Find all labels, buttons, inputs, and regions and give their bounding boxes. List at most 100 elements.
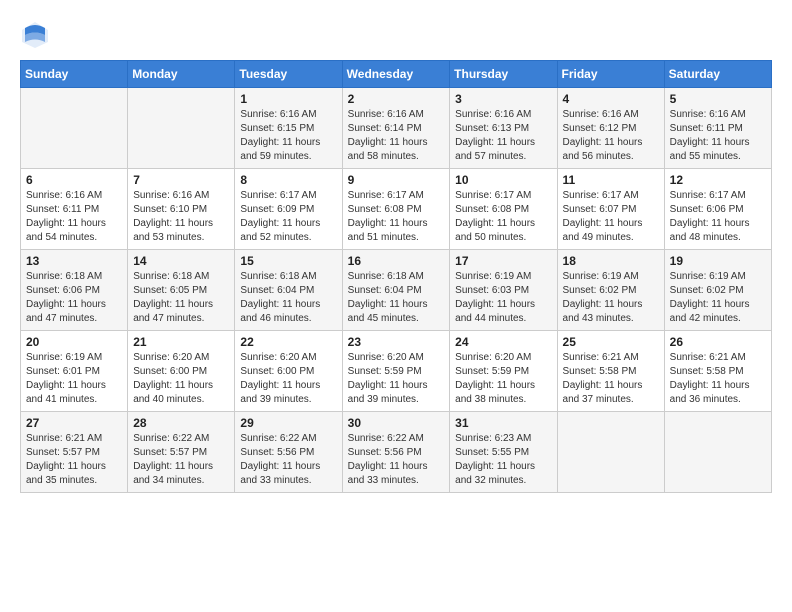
day-number: 10: [455, 173, 551, 187]
calendar-header-row: SundayMondayTuesdayWednesdayThursdayFrid…: [21, 61, 772, 88]
cell-info: Sunrise: 6:21 AM Sunset: 5:57 PM Dayligh…: [26, 432, 122, 488]
cell-info: Sunrise: 6:22 AM Sunset: 5:56 PM Dayligh…: [348, 432, 445, 488]
logo: [20, 20, 52, 50]
day-number: 24: [455, 335, 551, 349]
calendar-cell: 17 Sunrise: 6:19 AM Sunset: 6:03 PM Dayli…: [450, 250, 557, 331]
day-number: 14: [133, 254, 229, 268]
cell-info: Sunrise: 6:18 AM Sunset: 6:04 PM Dayligh…: [240, 270, 336, 326]
cell-info: Sunrise: 6:17 AM Sunset: 6:09 PM Dayligh…: [240, 189, 336, 245]
cell-info: Sunrise: 6:16 AM Sunset: 6:12 PM Dayligh…: [563, 108, 659, 164]
cell-info: Sunrise: 6:22 AM Sunset: 5:57 PM Dayligh…: [133, 432, 229, 488]
calendar-cell: 12 Sunrise: 6:17 AM Sunset: 6:06 PM Dayli…: [664, 169, 771, 250]
calendar-cell: 8 Sunrise: 6:17 AM Sunset: 6:09 PM Daylig…: [235, 169, 342, 250]
calendar-cell: 9 Sunrise: 6:17 AM Sunset: 6:08 PM Daylig…: [342, 169, 450, 250]
calendar-cell: 30 Sunrise: 6:22 AM Sunset: 5:56 PM Dayli…: [342, 412, 450, 493]
day-number: 6: [26, 173, 122, 187]
day-header-sunday: Sunday: [21, 61, 128, 88]
cell-info: Sunrise: 6:19 AM Sunset: 6:02 PM Dayligh…: [670, 270, 766, 326]
calendar-cell: 27 Sunrise: 6:21 AM Sunset: 5:57 PM Dayli…: [21, 412, 128, 493]
calendar-cell: 23 Sunrise: 6:20 AM Sunset: 5:59 PM Dayli…: [342, 331, 450, 412]
day-number: 28: [133, 416, 229, 430]
calendar-cell: 1Sunrise: 6:16 AM Sunset: 6:15 PM Daylig…: [235, 88, 342, 169]
cell-info: Sunrise: 6:17 AM Sunset: 6:06 PM Dayligh…: [670, 189, 766, 245]
logo-icon: [20, 20, 50, 50]
cell-info: Sunrise: 6:23 AM Sunset: 5:55 PM Dayligh…: [455, 432, 551, 488]
day-header-saturday: Saturday: [664, 61, 771, 88]
cell-info: Sunrise: 6:20 AM Sunset: 5:59 PM Dayligh…: [348, 351, 445, 407]
calendar-cell: [21, 88, 128, 169]
cell-info: Sunrise: 6:16 AM Sunset: 6:14 PM Dayligh…: [348, 108, 445, 164]
calendar-cell: 20 Sunrise: 6:19 AM Sunset: 6:01 PM Dayli…: [21, 331, 128, 412]
calendar-cell: 28 Sunrise: 6:22 AM Sunset: 5:57 PM Dayli…: [128, 412, 235, 493]
calendar-cell: 18 Sunrise: 6:19 AM Sunset: 6:02 PM Dayli…: [557, 250, 664, 331]
day-number: 27: [26, 416, 122, 430]
calendar-cell: [664, 412, 771, 493]
calendar-table: SundayMondayTuesdayWednesdayThursdayFrid…: [20, 60, 772, 493]
calendar-week-row: 1Sunrise: 6:16 AM Sunset: 6:15 PM Daylig…: [21, 88, 772, 169]
day-header-tuesday: Tuesday: [235, 61, 342, 88]
day-number: 5: [670, 92, 766, 106]
calendar-cell: 22Sunrise: 6:20 AM Sunset: 6:00 PM Dayli…: [235, 331, 342, 412]
page-header: [20, 20, 772, 50]
cell-info: Sunrise: 6:18 AM Sunset: 6:04 PM Dayligh…: [348, 270, 445, 326]
day-number: 25: [563, 335, 659, 349]
calendar-cell: [557, 412, 664, 493]
day-number: 12: [670, 173, 766, 187]
calendar-cell: 24 Sunrise: 6:20 AM Sunset: 5:59 PM Dayli…: [450, 331, 557, 412]
day-number: 4: [563, 92, 659, 106]
day-number: 20: [26, 335, 122, 349]
day-number: 17: [455, 254, 551, 268]
cell-info: Sunrise: 6:16 AM Sunset: 6:11 PM Dayligh…: [670, 108, 766, 164]
day-number: 9: [348, 173, 445, 187]
cell-info: Sunrise: 6:18 AM Sunset: 6:06 PM Dayligh…: [26, 270, 122, 326]
calendar-cell: 7Sunrise: 6:16 AM Sunset: 6:10 PM Daylig…: [128, 169, 235, 250]
day-number: 21: [133, 335, 229, 349]
cell-info: Sunrise: 6:19 AM Sunset: 6:03 PM Dayligh…: [455, 270, 551, 326]
cell-info: Sunrise: 6:22 AM Sunset: 5:56 PM Dayligh…: [240, 432, 336, 488]
calendar-cell: 15 Sunrise: 6:18 AM Sunset: 6:04 PM Dayli…: [235, 250, 342, 331]
day-number: 3: [455, 92, 551, 106]
day-number: 16: [348, 254, 445, 268]
calendar-cell: 6 Sunrise: 6:16 AM Sunset: 6:11 PM Daylig…: [21, 169, 128, 250]
cell-info: Sunrise: 6:17 AM Sunset: 6:08 PM Dayligh…: [348, 189, 445, 245]
day-header-wednesday: Wednesday: [342, 61, 450, 88]
calendar-cell: 26 Sunrise: 6:21 AM Sunset: 5:58 PM Dayli…: [664, 331, 771, 412]
calendar-cell: 14 Sunrise: 6:18 AM Sunset: 6:05 PM Dayli…: [128, 250, 235, 331]
cell-info: Sunrise: 6:18 AM Sunset: 6:05 PM Dayligh…: [133, 270, 229, 326]
day-header-thursday: Thursday: [450, 61, 557, 88]
day-header-monday: Monday: [128, 61, 235, 88]
day-header-friday: Friday: [557, 61, 664, 88]
calendar-week-row: 13 Sunrise: 6:18 AM Sunset: 6:06 PM Dayli…: [21, 250, 772, 331]
day-number: 23: [348, 335, 445, 349]
cell-info: Sunrise: 6:20 AM Sunset: 6:00 PM Dayligh…: [240, 351, 336, 407]
cell-info: Sunrise: 6:16 AM Sunset: 6:15 PM Dayligh…: [240, 108, 336, 164]
cell-info: Sunrise: 6:16 AM Sunset: 6:13 PM Dayligh…: [455, 108, 551, 164]
day-number: 26: [670, 335, 766, 349]
cell-info: Sunrise: 6:20 AM Sunset: 5:59 PM Dayligh…: [455, 351, 551, 407]
cell-info: Sunrise: 6:21 AM Sunset: 5:58 PM Dayligh…: [670, 351, 766, 407]
day-number: 2: [348, 92, 445, 106]
day-number: 31: [455, 416, 551, 430]
calendar-week-row: 20 Sunrise: 6:19 AM Sunset: 6:01 PM Dayli…: [21, 331, 772, 412]
calendar-cell: 4 Sunrise: 6:16 AM Sunset: 6:12 PM Daylig…: [557, 88, 664, 169]
calendar-cell: 21 Sunrise: 6:20 AM Sunset: 6:00 PM Dayli…: [128, 331, 235, 412]
cell-info: Sunrise: 6:17 AM Sunset: 6:07 PM Dayligh…: [563, 189, 659, 245]
calendar-cell: 13 Sunrise: 6:18 AM Sunset: 6:06 PM Dayli…: [21, 250, 128, 331]
calendar-cell: 2 Sunrise: 6:16 AM Sunset: 6:14 PM Daylig…: [342, 88, 450, 169]
day-number: 29: [240, 416, 336, 430]
cell-info: Sunrise: 6:19 AM Sunset: 6:02 PM Dayligh…: [563, 270, 659, 326]
day-number: 18: [563, 254, 659, 268]
calendar-week-row: 6 Sunrise: 6:16 AM Sunset: 6:11 PM Daylig…: [21, 169, 772, 250]
day-number: 30: [348, 416, 445, 430]
cell-info: Sunrise: 6:17 AM Sunset: 6:08 PM Dayligh…: [455, 189, 551, 245]
day-number: 8: [240, 173, 336, 187]
calendar-cell: 3 Sunrise: 6:16 AM Sunset: 6:13 PM Daylig…: [450, 88, 557, 169]
cell-info: Sunrise: 6:19 AM Sunset: 6:01 PM Dayligh…: [26, 351, 122, 407]
calendar-cell: 16 Sunrise: 6:18 AM Sunset: 6:04 PM Dayli…: [342, 250, 450, 331]
day-number: 15: [240, 254, 336, 268]
cell-info: Sunrise: 6:20 AM Sunset: 6:00 PM Dayligh…: [133, 351, 229, 407]
day-number: 11: [563, 173, 659, 187]
day-number: 13: [26, 254, 122, 268]
calendar-cell: 29 Sunrise: 6:22 AM Sunset: 5:56 PM Dayli…: [235, 412, 342, 493]
cell-info: Sunrise: 6:16 AM Sunset: 6:11 PM Dayligh…: [26, 189, 122, 245]
